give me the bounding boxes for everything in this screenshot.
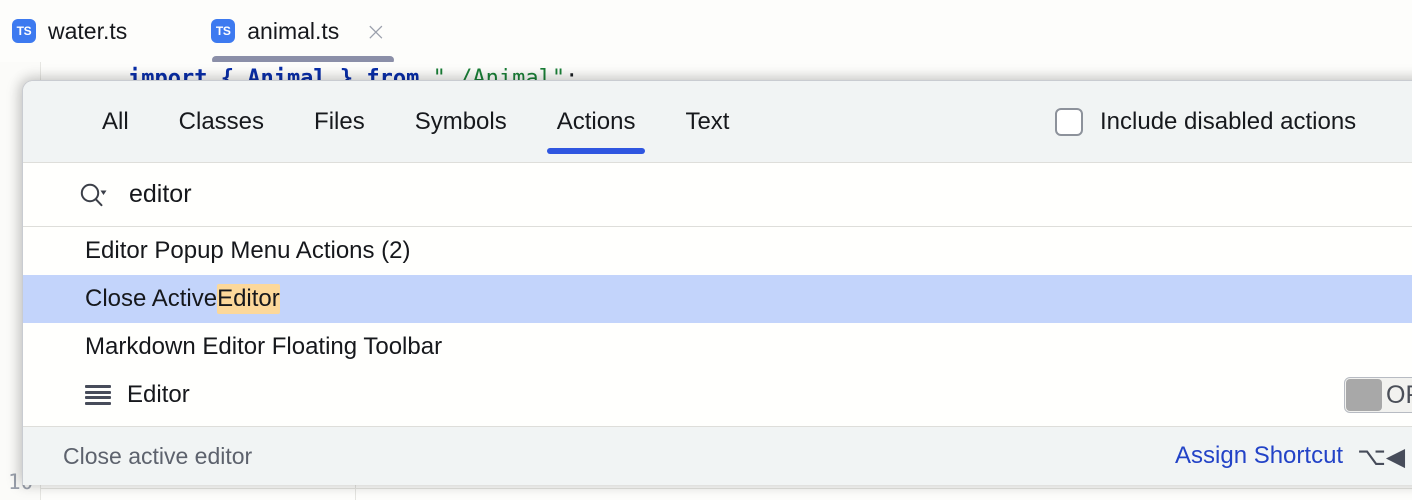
- tab-text[interactable]: Text: [660, 81, 754, 162]
- result-label-prefix: Close Active: [85, 285, 218, 312]
- assign-shortcut-link[interactable]: Assign Shortcut: [1175, 442, 1343, 470]
- tab-files[interactable]: Files: [289, 81, 390, 162]
- toggle-knob: [1346, 379, 1382, 411]
- result-row[interactable]: Editor Popup Menu Actions (2): [23, 227, 1412, 275]
- editor-tab-label: water.ts: [48, 17, 128, 44]
- result-row[interactable]: Close Active Editor: [23, 275, 1412, 323]
- typescript-file-icon: TS: [12, 19, 36, 43]
- search-input-row[interactable]: editor: [23, 162, 1412, 226]
- tab-classes[interactable]: Classes: [154, 81, 289, 162]
- result-row[interactable]: Markdown Editor Floating Toolbar: [23, 323, 1412, 371]
- tab-all[interactable]: All: [77, 81, 154, 162]
- tab-label: Text: [685, 107, 730, 135]
- result-label: Editor: [127, 381, 190, 408]
- search-icon[interactable]: [79, 182, 107, 208]
- tab-actions[interactable]: Actions: [532, 81, 661, 162]
- tab-label: Classes: [178, 107, 265, 135]
- close-icon[interactable]: ×: [365, 19, 386, 44]
- shortcut-keys-hint: ⌥◀: [1357, 441, 1406, 471]
- editor-tab-label: animal.ts: [247, 17, 340, 44]
- dialog-header: All Classes Files Symbols Actions Text I…: [23, 81, 1412, 162]
- include-disabled-actions-option[interactable]: Include disabled actions: [1055, 107, 1357, 136]
- selected-action-description: Close active editor: [63, 442, 253, 469]
- assign-shortcut-group[interactable]: Assign Shortcut ⌥◀: [1175, 442, 1405, 471]
- editor-tab-animal[interactable]: TS animal.ts ×: [193, 0, 404, 62]
- list-menu-icon: [85, 385, 111, 405]
- typescript-file-icon: TS: [211, 19, 236, 43]
- editor-tab-water[interactable]: TS water.ts: [0, 0, 161, 62]
- toggle-state-label: OFF: [1386, 380, 1412, 409]
- tab-symbols[interactable]: Symbols: [390, 81, 532, 162]
- result-label-highlight: Editor: [217, 284, 280, 314]
- editor-tab-bar: TS water.ts TS animal.ts ×: [0, 0, 1412, 64]
- search-input[interactable]: editor: [129, 180, 192, 209]
- dialog-footer: Close active editor Assign Shortcut ⌥◀: [23, 426, 1412, 485]
- result-label: Editor Popup Menu Actions (2): [85, 237, 411, 264]
- tab-label: Files: [314, 107, 365, 135]
- result-label: Markdown Editor Floating Toolbar: [85, 333, 443, 360]
- tab-label: Symbols: [414, 107, 507, 135]
- include-disabled-actions-label: Include disabled actions: [1100, 107, 1357, 135]
- tab-label: All: [102, 107, 129, 135]
- editor-divider-horizontal: [40, 488, 1412, 489]
- dialog-tab-strip: All Classes Files Symbols Actions Text: [23, 81, 754, 162]
- results-list: Editor Popup Menu Actions (2) Close Acti…: [23, 226, 1412, 426]
- result-row[interactable]: Editor OFF: [23, 371, 1412, 419]
- tab-label: Actions: [556, 107, 636, 135]
- include-disabled-actions-checkbox[interactable]: [1055, 107, 1083, 136]
- off-toggle-switch[interactable]: OFF: [1344, 377, 1412, 413]
- search-everywhere-dialog: All Classes Files Symbols Actions Text I…: [22, 80, 1412, 485]
